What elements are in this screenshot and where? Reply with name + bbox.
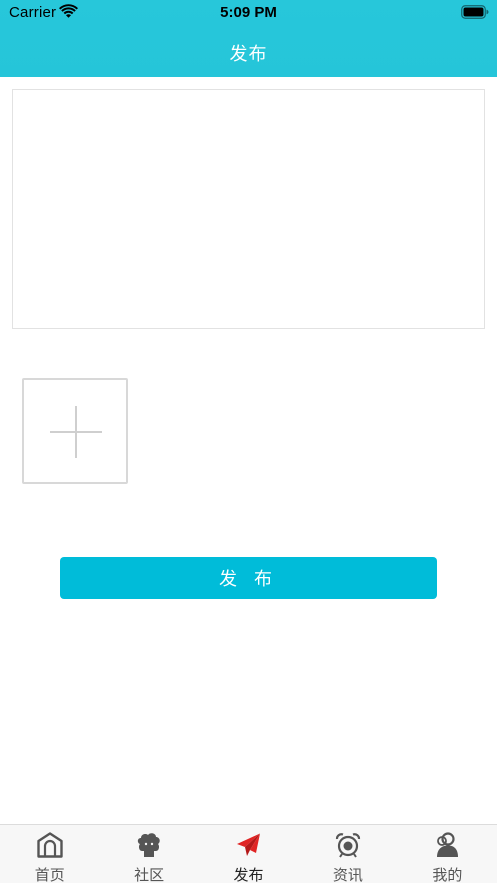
community-icon [137,833,160,857]
tab-publish-label: 发布 [233,867,264,883]
user-icon [437,832,459,857]
tab-profile-label: 我的 [432,867,463,883]
tab-bar: 首页 社区 发布 资讯 我的 [0,824,497,883]
battery-icon [461,5,489,19]
alarm-clock-icon [335,833,361,858]
page-title: 发布 [229,44,268,64]
status-bar: Carrier 5:09 PM [0,0,497,26]
tab-home-label: 首页 [34,867,65,883]
tab-home[interactable]: 首页 [0,825,99,883]
publish-screen: Carrier 5:09 PM 发布 发 布 首页 社区 发布 资讯 我的 [0,0,497,883]
publish-button[interactable]: 发 布 [60,557,437,599]
tab-news-label: 资讯 [332,867,363,883]
content-textarea[interactable] [13,90,484,328]
home-icon [37,832,63,858]
tab-profile[interactable]: 我的 [398,825,497,883]
tab-community-label: 社区 [134,867,165,883]
tab-publish[interactable]: 发布 [199,825,298,883]
header: Carrier 5:09 PM 发布 [0,0,497,77]
paper-plane-icon [236,833,260,856]
clock: 5:09 PM [220,4,277,21]
plus-icon-vertical [75,406,77,458]
tab-news[interactable]: 资讯 [298,825,397,883]
content-input-box[interactable] [12,89,485,329]
tab-community[interactable]: 社区 [99,825,198,883]
add-image-button[interactable] [22,378,128,484]
